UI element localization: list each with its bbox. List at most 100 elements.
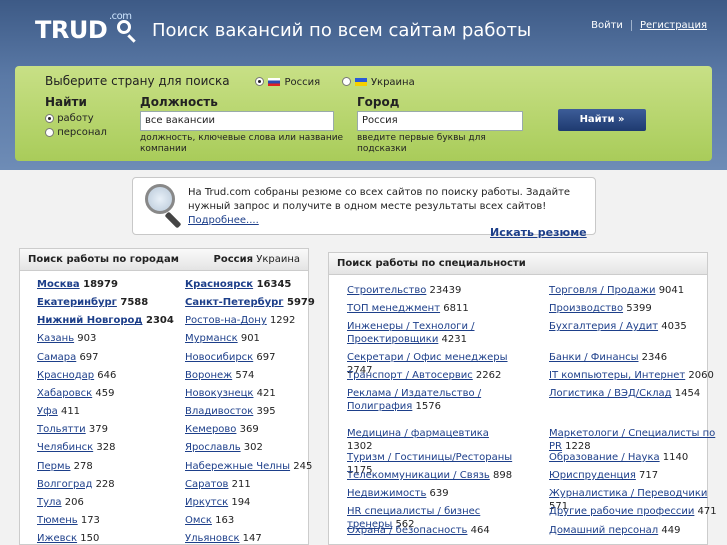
specialty-link[interactable]: Домашний персонал xyxy=(549,525,658,536)
specialty-link[interactable]: Торговля / Продажи xyxy=(549,285,656,296)
search-resume-link[interactable]: Искать резюме xyxy=(490,226,587,239)
city-link[interactable]: Иркутск xyxy=(185,497,228,508)
specialty-link[interactable]: Логистика / ВЭД/Склад xyxy=(549,388,672,399)
specialty-link[interactable]: Транспорт / Автосервис xyxy=(347,370,473,381)
find-option-staff[interactable]: персонал xyxy=(45,126,107,140)
specialty-link[interactable]: Строительство xyxy=(347,285,426,296)
city-count: 697 xyxy=(76,351,99,363)
position-hint: должность, ключевые слова или название к… xyxy=(140,133,344,154)
specialty-link[interactable]: Производство xyxy=(549,303,623,314)
city-link[interactable]: Самара xyxy=(37,352,76,363)
city-count: 901 xyxy=(237,333,260,345)
city-link[interactable]: Новокузнецк xyxy=(185,388,253,399)
radio-job[interactable] xyxy=(45,113,54,123)
city-link[interactable]: Казань xyxy=(37,333,74,344)
city-link[interactable]: Санкт-Петербург xyxy=(185,297,284,308)
city-row: Казань 903 xyxy=(37,330,174,348)
city-link[interactable]: Пермь xyxy=(37,461,70,472)
city-link[interactable]: Хабаровск xyxy=(37,388,92,399)
city-link[interactable]: Воронеж xyxy=(185,370,232,381)
radio-ukraine[interactable] xyxy=(341,77,351,86)
more-link[interactable]: Подробнее.... xyxy=(188,215,259,226)
specialty-count: 464 xyxy=(467,525,490,536)
city-link[interactable]: Тула xyxy=(37,497,62,508)
cities-country-russia[interactable]: Россия xyxy=(214,254,253,265)
specialty-link[interactable]: IT компьютеры, Интернет xyxy=(549,370,685,381)
city-count: 302 xyxy=(240,442,263,454)
specialties-panel: Поиск работы по специальности Строительс… xyxy=(328,252,717,545)
radio-russia[interactable] xyxy=(255,77,265,86)
city-link[interactable]: Ростов-на-Дону xyxy=(185,315,267,326)
find-button[interactable]: Найти » xyxy=(558,109,646,131)
city-link[interactable]: Москва xyxy=(37,279,80,290)
register-link[interactable]: Регистрация xyxy=(640,20,707,31)
city-link[interactable]: Краснодар xyxy=(37,370,94,381)
city-count: 646 xyxy=(94,369,117,381)
specialty-link[interactable]: Охрана / безопасность xyxy=(347,525,467,536)
city-link[interactable]: Нижний Новгород xyxy=(37,315,143,326)
city-link[interactable]: Уфа xyxy=(37,406,58,417)
city-link[interactable]: Саратов xyxy=(185,479,228,490)
find-staff-label: персонал xyxy=(57,127,107,138)
city-link[interactable]: Тольятти xyxy=(37,424,86,435)
city-link[interactable]: Екатеринбург xyxy=(37,297,117,308)
specialty-row: Юриспруденция 717 xyxy=(549,469,719,482)
specialty-link[interactable]: Образование / Наука xyxy=(549,452,660,463)
specialty-count: 9041 xyxy=(655,285,685,296)
cities-country-ukraine[interactable]: Украина xyxy=(256,254,300,265)
city-count: 395 xyxy=(253,406,276,418)
city-link[interactable]: Омск xyxy=(185,515,212,526)
city-count: 459 xyxy=(92,387,115,399)
city-link[interactable]: Мурманск xyxy=(185,333,238,344)
find-option-job[interactable]: работу xyxy=(45,112,107,126)
city-link[interactable]: Новосибирск xyxy=(185,352,253,363)
city-link[interactable]: Владивосток xyxy=(185,406,253,417)
city-link[interactable]: Челябинск xyxy=(37,442,93,453)
city-count: 163 xyxy=(211,515,235,527)
country-russia-label: Россия xyxy=(284,77,321,88)
city-link[interactable]: Тюмень xyxy=(37,515,78,526)
specialty-row: Другие рабочие профессии 471 xyxy=(549,505,719,518)
city-row: Кемерово 369 xyxy=(185,421,315,439)
divider xyxy=(630,20,632,31)
city-link[interactable]: Набережные Челны xyxy=(185,461,290,472)
tagline: Поиск вакансий по всем сайтам работы xyxy=(152,20,532,41)
specialty-link[interactable]: Телекоммуникации / Связь xyxy=(347,470,490,481)
city-link[interactable]: Ульяновск xyxy=(185,533,239,544)
radio-staff[interactable] xyxy=(45,127,54,137)
city-link[interactable]: Ярославль xyxy=(185,442,241,453)
city-row: Владивосток 395 xyxy=(185,403,315,421)
specialty-link[interactable]: Медицина / фармацевтика xyxy=(347,428,489,439)
cities-left-column: Москва 18979 Екатеринбург 7588 Нижний Новг… xyxy=(37,276,174,545)
city-input[interactable]: Россия xyxy=(357,111,523,131)
specialty-link[interactable]: Банки / Финансы xyxy=(549,352,639,363)
city-row: Ростов-на-Дону 1292 xyxy=(185,312,315,330)
city-count: 16345 xyxy=(253,279,292,290)
specialty-row: Инженеры / Технологи / Проектировщики 42… xyxy=(347,320,517,346)
specialty-link[interactable]: Юриспруденция xyxy=(549,470,636,481)
specialty-link[interactable]: Туризм / Гостиницы/Рестораны xyxy=(347,452,512,463)
trud-logo[interactable]: TRUD .com xyxy=(35,11,132,44)
find-label: Найти xyxy=(45,95,87,109)
specialty-link[interactable]: Журналистика / Переводчики xyxy=(549,488,707,499)
city-row: Москва 18979 xyxy=(37,276,174,294)
specialty-link[interactable]: Другие рабочие профессии xyxy=(549,506,694,517)
specialty-count: 1140 xyxy=(659,452,689,463)
position-input[interactable]: все вакансии xyxy=(140,111,334,131)
city-row: Челябинск 328 xyxy=(37,439,174,457)
specialties-panel-header: Поиск работы по специальности xyxy=(329,253,707,275)
city-link[interactable]: Волгоград xyxy=(37,479,92,490)
specialty-link[interactable]: Секретари / Офис менеджеры xyxy=(347,352,508,363)
city-link[interactable]: Кемерово xyxy=(185,424,236,435)
city-row: Омск 163 xyxy=(185,512,315,530)
country-option-ukraine[interactable]: Украина xyxy=(341,74,415,88)
country-option-russia[interactable]: Россия xyxy=(255,74,324,88)
specialty-link[interactable]: Недвижимость xyxy=(347,488,426,499)
login-link[interactable]: Войти xyxy=(591,20,623,31)
city-link[interactable]: Красноярск xyxy=(185,279,253,290)
specialty-link[interactable]: Бухгалтерия / Аудит xyxy=(549,321,658,332)
specialty-count: 2262 xyxy=(472,370,502,381)
specialty-link[interactable]: ТОП менеджмент xyxy=(347,303,440,314)
specialty-count: 1576 xyxy=(412,401,441,412)
city-link[interactable]: Ижевск xyxy=(37,533,77,544)
